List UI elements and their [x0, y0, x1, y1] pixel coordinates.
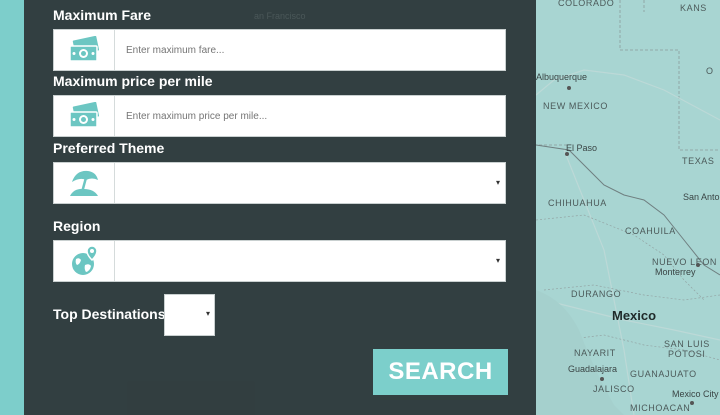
map-label-guanajuato: GUANAJUATO — [630, 369, 697, 379]
preferred-theme-label: Preferred Theme — [53, 140, 165, 156]
map-label-durango: DURANGO — [571, 289, 622, 299]
map-label-mexico: Mexico — [612, 308, 657, 323]
money-icon — [54, 96, 115, 136]
map-label-chihuahua: CHIHUAHUA — [548, 198, 607, 208]
map-label-san-antonio: San Anto — [683, 192, 720, 202]
map-label-monterrey: Monterrey — [655, 267, 696, 277]
region-group: ▾ — [53, 240, 506, 282]
map-label-nuevo-leon: NUEVO LEON — [652, 257, 718, 267]
search-button[interactable]: SEARCH — [373, 349, 508, 395]
max-price-per-mile-input[interactable] — [116, 96, 505, 136]
map-label-coahuila: COAHUILA — [625, 226, 676, 236]
max-fare-input[interactable] — [116, 30, 505, 70]
max-price-per-mile-label: Maximum price per mile — [53, 73, 213, 89]
map-label-texas: TEXAS — [682, 156, 715, 166]
top-destinations-select[interactable]: ▾ — [164, 294, 215, 336]
map-label-jalisco: JALISCO — [593, 384, 635, 394]
map-label-el-paso: El Paso — [566, 143, 598, 153]
preferred-theme-select[interactable]: ▾ — [116, 163, 505, 203]
region-select[interactable]: ▾ — [116, 241, 505, 281]
preferred-theme-group: ▾ — [53, 162, 506, 204]
globe-location-icon — [54, 241, 115, 281]
map-label-mexico-city: Mexico City — [672, 389, 719, 399]
map-label-ok: O — [706, 66, 714, 76]
top-destinations-label: Top Destinations — [53, 306, 166, 322]
map-label-san-francisco: an Francisco — [254, 11, 306, 21]
chevron-down-icon: ▾ — [495, 256, 500, 265]
map-label-san-luis: SAN LUIS — [664, 339, 710, 349]
beach-umbrella-icon — [54, 163, 115, 203]
chevron-down-icon: ▾ — [205, 309, 210, 318]
money-icon — [54, 30, 115, 70]
map-label-new-mexico: NEW MEXICO — [543, 101, 609, 111]
map-label-potosi: POTOSI — [668, 349, 706, 359]
search-panel: an Francisco Maximum Fare Maximum price … — [24, 0, 536, 415]
map-label-albuquerque: Albuquerque — [536, 72, 588, 82]
max-fare-label: Maximum Fare — [53, 7, 152, 23]
max-price-per-mile-group — [53, 95, 506, 137]
map-label-kansas: KANS — [680, 3, 707, 13]
max-fare-group — [53, 29, 506, 71]
left-accent-strip — [0, 0, 24, 415]
map-label-guadalajara: Guadalajara — [568, 364, 618, 374]
chevron-down-icon: ▾ — [495, 178, 500, 187]
map-label-michoacan: MICHOACAN — [630, 403, 691, 413]
map-label-colorado: COLORADO — [558, 0, 615, 8]
region-label: Region — [53, 218, 101, 234]
map-label-nayarit: NAYARIT — [574, 348, 616, 358]
